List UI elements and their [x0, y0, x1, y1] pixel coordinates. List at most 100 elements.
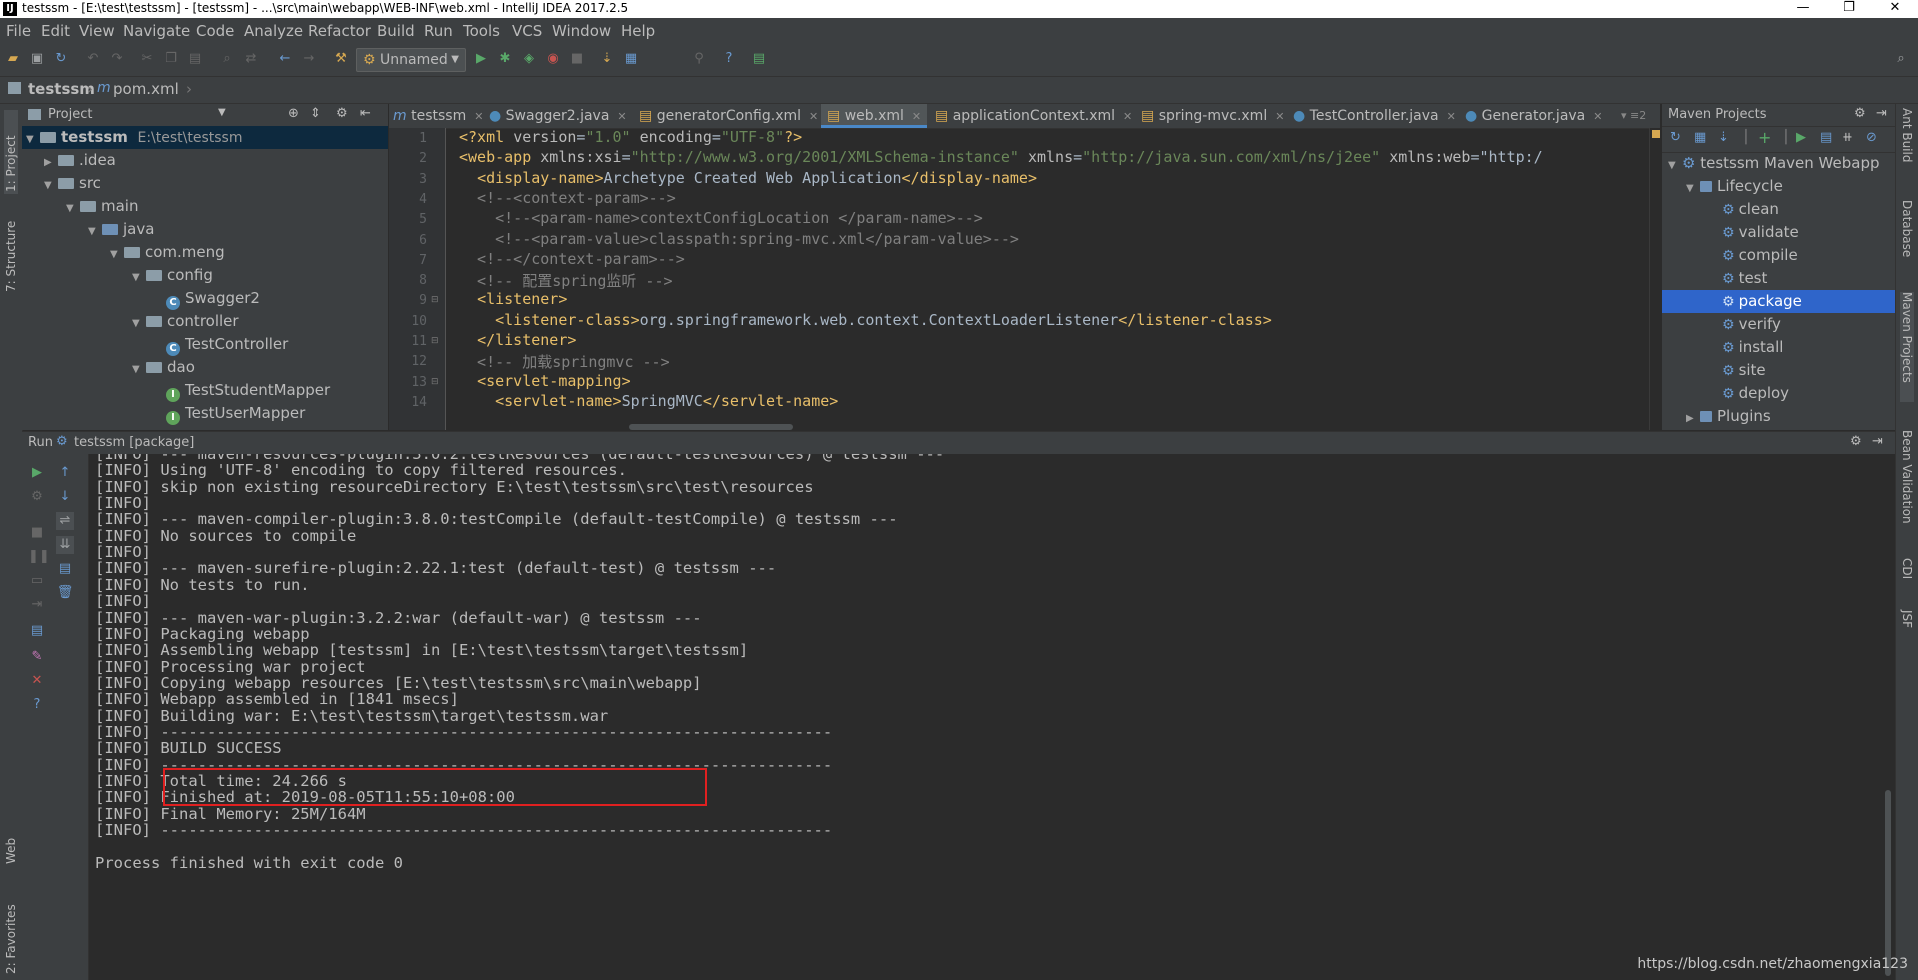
menu-window[interactable]: Window [552, 22, 611, 40]
menu-navigate[interactable]: Navigate [123, 22, 190, 40]
menu-run[interactable]: Run [424, 22, 453, 40]
maven-project-node[interactable]: ▼ ⚙ testssm Maven Webapp [1668, 152, 1880, 175]
profile-icon[interactable]: ◉ [544, 50, 562, 68]
scroll-from-source-icon[interactable]: ⊕ [288, 106, 299, 121]
menu-build[interactable]: Build [377, 22, 415, 40]
close-tab-icon[interactable]: ✕ [617, 110, 626, 123]
favorites-tool-tab[interactable]: 2: Favorites [4, 894, 18, 974]
back-icon[interactable]: ← [276, 50, 294, 68]
tree-item-testusermapper[interactable]: I TestUserMapper [166, 402, 305, 425]
tab-swagger2-java[interactable]: ● Swagger2.java ✕ [489, 104, 627, 128]
project-structure-icon[interactable]: ▦ [622, 50, 640, 68]
help-icon[interactable]: ? [720, 50, 738, 68]
project-panel-title[interactable]: Project [48, 107, 92, 122]
fold-marker-icon[interactable]: ⊟ [431, 295, 439, 305]
print-icon[interactable]: ▤ [56, 560, 74, 578]
tab-web-xml[interactable]: ▤ web.xml ✕ [821, 104, 928, 128]
up-stack-icon[interactable]: ↑ [56, 464, 74, 482]
maven-goal-install[interactable]: ⚙ install [1722, 336, 1783, 359]
close-tab-icon[interactable]: ✕ [1447, 110, 1456, 123]
vcs-update-icon[interactable]: ⇣ [598, 50, 616, 68]
tree-item-src[interactable]: ▼ src [44, 172, 101, 195]
pin-tab-icon[interactable]: ✎ [28, 648, 46, 666]
stop-icon[interactable]: ■ [28, 524, 46, 542]
maven-goal-clean[interactable]: ⚙ clean [1722, 198, 1779, 221]
tab-applicationcontext-xml[interactable]: ▤ applicationContext.xml ✕ [935, 104, 1132, 128]
tab-generator-java[interactable]: ● Generator.java ✕ [1465, 104, 1602, 128]
undo-icon[interactable]: ↶ [84, 50, 102, 68]
maven-plugins-node[interactable]: ▶ Plugins [1686, 405, 1771, 428]
web-tool-tab[interactable]: Web [4, 824, 18, 864]
download-icon[interactable]: ⇣ [1718, 130, 1729, 145]
synchronize-icon[interactable]: ↻ [52, 50, 70, 68]
generate-sources-icon[interactable]: ▦ [1694, 130, 1706, 145]
search-everywhere-icon[interactable]: ⌕ [1892, 50, 1910, 68]
tab-overflow-icon[interactable]: ▾ ≡2 [1621, 104, 1646, 128]
maven-goal-package[interactable]: ⚙ package [1662, 290, 1895, 313]
hide-panel-icon[interactable]: ⇤ [360, 106, 371, 121]
close-run-icon[interactable]: ✕ [28, 672, 46, 690]
bean-validation-tool-tab[interactable]: Bean Validation [1900, 430, 1914, 540]
add-icon[interactable]: + [1758, 128, 1771, 147]
run-configuration-dropdown[interactable]: ⚙ Unnamed ▼ [356, 48, 466, 72]
open-folder-icon[interactable]: ▰ [4, 50, 22, 68]
tab-testssm[interactable]: m testssm ✕ [393, 104, 483, 128]
gear-icon[interactable]: ⚙ [1850, 434, 1862, 449]
menu-analyze[interactable]: Analyze [244, 22, 303, 40]
dump-threads-icon[interactable]: ▭ [28, 572, 46, 590]
console-scrollbar-thumb[interactable] [1885, 790, 1891, 976]
maven-goal-test[interactable]: ⚙ test [1722, 267, 1767, 290]
fold-marker-icon[interactable]: ⊟ [431, 336, 439, 346]
tree-item-teststudentmapper[interactable]: I TestStudentMapper [166, 379, 330, 402]
skip-tests-icon[interactable]: ⊘ [1866, 130, 1877, 145]
menu-vcs[interactable]: VCS [512, 22, 542, 40]
paste-icon[interactable]: ▤ [186, 50, 204, 68]
rerun-icon[interactable]: ▶ [28, 464, 46, 482]
maven-goal-deploy[interactable]: ⚙ deploy [1722, 382, 1789, 405]
run-goal-icon[interactable]: ▶ [1796, 130, 1806, 145]
fold-marker-icon[interactable]: ⊟ [431, 377, 439, 387]
close-tab-icon[interactable]: ✕ [809, 110, 818, 123]
close-tab-icon[interactable]: ✕ [912, 110, 921, 123]
code-area[interactable]: <?xml version="1.0" encoding="UTF-8"?> <w… [389, 128, 1646, 430]
horizontal-scrollbar[interactable] [629, 424, 793, 430]
pause-icon[interactable]: ❚❚ [28, 548, 50, 566]
minimize-button[interactable]: — [1780, 0, 1826, 18]
down-stack-icon[interactable]: ↓ [56, 488, 74, 506]
cdi-tool-tab[interactable]: CDI [1900, 558, 1914, 598]
clear-all-icon[interactable]: 🗑 [56, 584, 74, 602]
breadcrumb-project[interactable]: testssm [28, 80, 95, 98]
maven-goal-verify[interactable]: ⚙ verify [1722, 313, 1781, 336]
tree-item-testssm[interactable]: ▼ testssm E:\test\testssm [22, 126, 388, 149]
toggle-offline-icon[interactable]: ⧺ [1842, 130, 1853, 145]
exit-icon[interactable]: ⇥ [28, 596, 46, 614]
scroll-to-end-icon[interactable]: ⇊ [56, 536, 74, 554]
gear-icon[interactable]: ⚙ [1854, 106, 1866, 121]
close-tab-icon[interactable]: ✕ [1123, 110, 1132, 123]
tree-item-swagger2[interactable]: C Swagger2 [166, 287, 260, 310]
save-all-icon[interactable]: ▣ [28, 50, 46, 68]
tree-item-testcontroller[interactable]: C TestController [166, 333, 288, 356]
tab-spring-mvc-xml[interactable]: ▤ spring-mvc.xml ✕ [1141, 104, 1284, 128]
restore-layout-icon[interactable]: ▤ [28, 622, 46, 640]
tab-testcontroller-java[interactable]: ● TestController.java ✕ [1293, 104, 1456, 128]
build-icon[interactable]: ⚒ [332, 50, 350, 68]
close-tab-icon[interactable]: ✕ [474, 110, 483, 123]
maven-goal-site[interactable]: ⚙ site [1722, 359, 1766, 382]
hide-panel-icon[interactable]: ⇥ [1876, 106, 1887, 121]
close-tab-icon[interactable]: ✕ [1275, 110, 1284, 123]
reimport-icon[interactable]: ↻ [1670, 130, 1681, 145]
menu-code[interactable]: Code [196, 22, 234, 40]
tree-item-java[interactable]: ▼ java [88, 218, 154, 241]
soft-wrap-icon[interactable]: ⇌ [56, 512, 74, 530]
maven-goal-compile[interactable]: ⚙ compile [1722, 244, 1798, 267]
run-config-tab[interactable]: testssm [package] [74, 435, 194, 450]
editor-error-stripe[interactable] [1649, 128, 1661, 430]
sdk-icon[interactable]: ⚲ [690, 50, 708, 68]
hide-panel-icon[interactable]: ⇥ [1872, 434, 1883, 449]
debug-icon[interactable]: ✱ [496, 50, 514, 68]
chevron-down-icon[interactable]: ▼ [218, 107, 226, 118]
redo-icon[interactable]: ↷ [108, 50, 126, 68]
maven-lifecycle-node[interactable]: ▼ Lifecycle [1686, 175, 1783, 198]
menu-edit[interactable]: Edit [41, 22, 70, 40]
